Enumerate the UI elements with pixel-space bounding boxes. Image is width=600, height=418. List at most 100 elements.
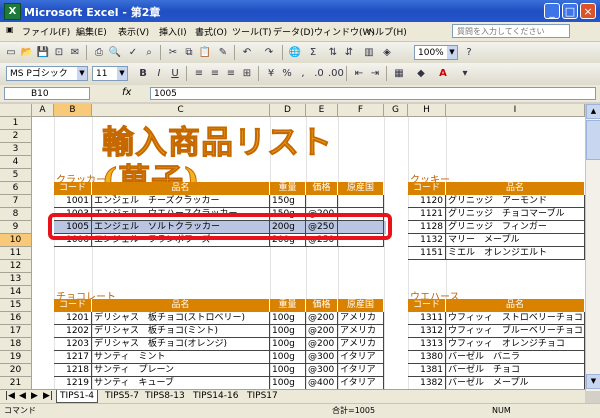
table-cell[interactable]: イタリア — [338, 377, 384, 389]
table-cell[interactable]: @300 — [306, 364, 338, 377]
table-cell[interactable]: 1202 — [54, 325, 92, 338]
sheet-tab[interactable]: TIPS5-7 — [102, 390, 142, 402]
research-icon[interactable]: ⌕ — [142, 46, 156, 59]
row-header[interactable]: 17 — [0, 325, 32, 338]
minimize-button[interactable]: _ — [544, 3, 560, 19]
font-name-select[interactable]: MS Pゴシック ▼ — [6, 66, 88, 81]
underline-button[interactable]: U — [168, 67, 182, 80]
scroll-thumb[interactable] — [586, 120, 600, 160]
row-header[interactable]: 11 — [0, 247, 32, 260]
help-search-input[interactable]: 質問を入力してください — [452, 24, 570, 38]
vertical-scrollbar[interactable]: ▲ ▼ — [585, 104, 600, 391]
menu-format[interactable]: 書式(O) — [195, 25, 227, 38]
table-cell[interactable]: グリニッジ アーモンド — [446, 195, 585, 208]
font-color-button[interactable]: A — [436, 67, 450, 80]
table-cell[interactable]: 1313 — [408, 338, 446, 351]
sheet-tab[interactable]: TIPS17 — [244, 390, 281, 402]
table-cell[interactable]: ウフィッィ ストロベリーチョコ — [446, 312, 585, 325]
row-header[interactable]: 9 — [0, 221, 32, 234]
row-header[interactable]: 13 — [0, 273, 32, 286]
table-cell[interactable]: @400 — [306, 377, 338, 389]
table-cell[interactable]: アメリカ — [338, 338, 384, 351]
preview-icon[interactable]: 🔍 — [108, 46, 122, 59]
table-cell[interactable]: 100g — [270, 325, 306, 338]
chevron-down-icon[interactable]: ▾ — [458, 67, 472, 80]
row-header[interactable]: 16 — [0, 312, 32, 325]
table-cell[interactable]: 100g — [270, 351, 306, 364]
col-header-i[interactable]: I — [446, 104, 585, 117]
table-cell[interactable]: 1201 — [54, 312, 92, 325]
table-cell[interactable]: サンティ ミント — [92, 351, 270, 364]
mail-icon[interactable]: ✉ — [68, 46, 82, 59]
row-header[interactable]: 8 — [0, 208, 32, 221]
increase-decimal-icon[interactable]: .0 — [312, 67, 326, 80]
table-cell[interactable]: イタリア — [338, 351, 384, 364]
tab-scroll-prev-icon[interactable]: ◀ — [16, 390, 29, 402]
doc-icon[interactable]: ▣ — [6, 25, 14, 34]
row-header[interactable]: 18 — [0, 338, 32, 351]
row-header[interactable]: 2 — [0, 130, 32, 143]
comma-icon[interactable]: , — [296, 67, 310, 80]
spell-check-icon[interactable]: ✓ — [126, 46, 140, 59]
undo-icon[interactable]: ↶ — [240, 46, 254, 59]
table-cell[interactable]: 1381 — [408, 364, 446, 377]
fill-color-icon[interactable]: ◆ — [414, 67, 428, 80]
borders-icon[interactable]: ▦ — [392, 67, 406, 80]
sheet-tab[interactable]: TIPS8-13 — [142, 390, 188, 402]
table-cell[interactable]: 1120 — [408, 195, 446, 208]
table-cell[interactable]: 1382 — [408, 377, 446, 389]
paste-icon[interactable]: 📋 — [198, 46, 212, 59]
table-cell[interactable]: 100g — [270, 338, 306, 351]
row-header[interactable]: 21 — [0, 377, 32, 389]
col-header-c[interactable]: C — [92, 104, 270, 117]
table-cell[interactable]: バーゼル チョコ — [446, 364, 585, 377]
table-cell[interactable]: ミエル オレンジエルト — [446, 247, 585, 260]
menu-insert[interactable]: 挿入(I) — [159, 25, 187, 38]
excel-app-icon[interactable]: X — [4, 3, 21, 20]
name-box[interactable]: B10 — [4, 87, 90, 100]
row-header[interactable]: 1 — [0, 117, 32, 130]
table-cell[interactable]: 1128 — [408, 221, 446, 234]
table-cell[interactable]: 1218 — [54, 364, 92, 377]
maximize-button[interactable]: □ — [562, 3, 578, 19]
table-cell[interactable]: 100g — [270, 364, 306, 377]
hyperlink-icon[interactable]: 🌐 — [288, 46, 302, 59]
col-header-d[interactable]: D — [270, 104, 306, 117]
table-cell[interactable] — [338, 195, 384, 208]
sheet-tab[interactable]: TIPS14-16 — [190, 390, 241, 402]
tab-scroll-last-icon[interactable]: ▶| — [40, 390, 56, 402]
table-cell[interactable]: @200 — [306, 312, 338, 325]
align-left-icon[interactable]: ≡ — [192, 67, 206, 80]
format-painter-icon[interactable]: ✎ — [216, 46, 230, 59]
merge-center-icon[interactable]: ⊞ — [240, 67, 254, 80]
align-right-icon[interactable]: ≡ — [224, 67, 238, 80]
row-header[interactable]: 7 — [0, 195, 32, 208]
open-icon[interactable]: 📂 — [20, 46, 34, 59]
table-cell[interactable]: サンティ プレーン — [92, 364, 270, 377]
bold-button[interactable]: B — [136, 67, 150, 80]
permission-icon[interactable]: ⊡ — [52, 46, 66, 59]
table-cell[interactable]: ウフィッィ ブルーベリーチョコ — [446, 325, 585, 338]
align-center-icon[interactable]: ≡ — [208, 67, 222, 80]
row-header[interactable]: 6 — [0, 182, 32, 195]
increase-indent-icon[interactable]: ⇥ — [368, 67, 382, 80]
table-cell[interactable]: マリー メープル — [446, 234, 585, 247]
table-cell[interactable]: 1121 — [408, 208, 446, 221]
table-cell[interactable]: 100g — [270, 312, 306, 325]
table-cell[interactable]: デリシャス 板チョコ(ストロベリー) — [92, 312, 270, 325]
sort-desc-icon[interactable]: ⇵ — [342, 46, 356, 59]
table-cell[interactable]: 1312 — [408, 325, 446, 338]
col-header-e[interactable]: E — [306, 104, 338, 117]
row-header[interactable]: 3 — [0, 143, 32, 156]
table-cell[interactable]: エンジェル チーズクラッカー — [92, 195, 270, 208]
table-cell[interactable]: ウフィッィ オレンジチョコ — [446, 338, 585, 351]
fx-icon[interactable]: fx — [122, 87, 131, 98]
row-header[interactable]: 15 — [0, 299, 32, 312]
col-header-f[interactable]: F — [338, 104, 384, 117]
table-cell[interactable]: バーゼル バニラ — [446, 351, 585, 364]
new-icon[interactable]: ▭ — [4, 46, 18, 59]
table-cell[interactable] — [306, 195, 338, 208]
sheet-tab-active[interactable]: TIPS1-4 — [56, 390, 98, 403]
table-cell[interactable]: デリシャス 板チョコ(オレンジ) — [92, 338, 270, 351]
percent-button[interactable]: % — [280, 67, 294, 80]
